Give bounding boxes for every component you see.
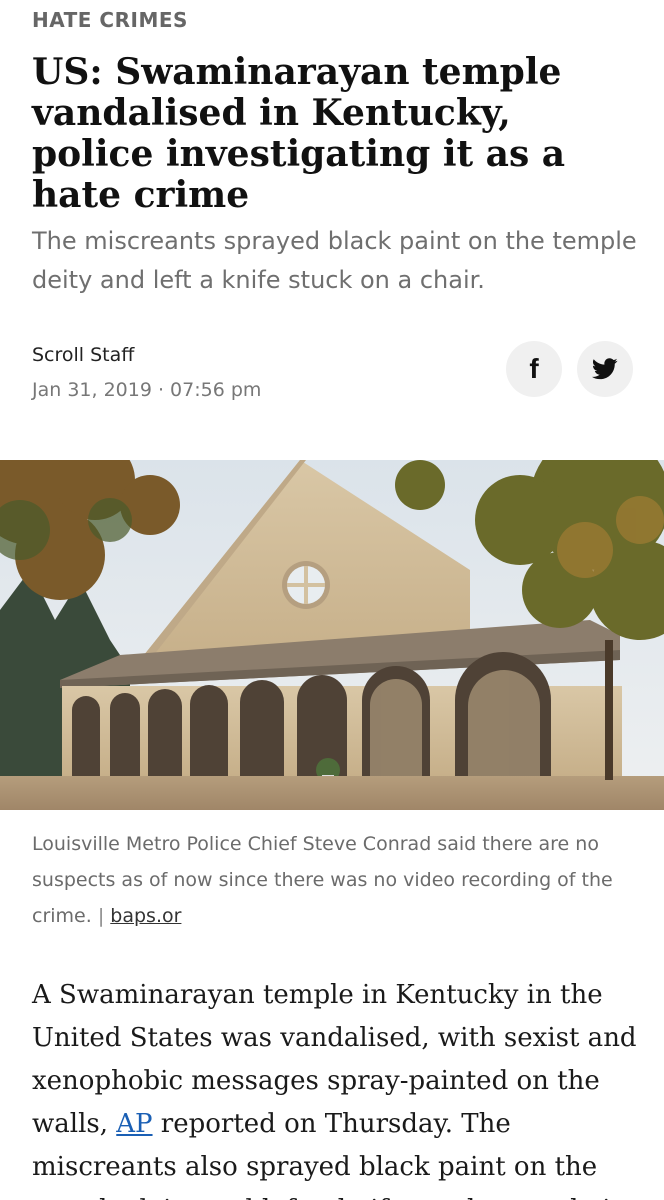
article-subheadline: The miscreants sprayed black paint on th…: [32, 227, 637, 294]
category-label[interactable]: HATE CRIMES: [32, 8, 188, 32]
caption-separator: |: [97, 905, 105, 927]
twitter-share-button[interactable]: [577, 341, 633, 397]
facebook-icon: f: [529, 353, 539, 384]
ap-source-link[interactable]: AP: [116, 1109, 152, 1139]
author-name[interactable]: Scroll Staff: [32, 344, 134, 366]
publish-date: Jan 31, 2019 · 07:56 pm: [32, 379, 262, 401]
article-body-paragraph: A Swaminarayan temple in Kentucky in the…: [32, 974, 642, 1200]
article-headline: US: Swaminarayan temple vandalised in Ke…: [32, 51, 566, 216]
image-caption: Louisville Metro Police Chief Steve Conr…: [32, 826, 642, 934]
twitter-icon: [592, 358, 618, 380]
image-credit-link[interactable]: baps.or: [110, 905, 181, 927]
facebook-share-button[interactable]: f: [506, 341, 562, 397]
article-hero-image: [0, 460, 664, 810]
